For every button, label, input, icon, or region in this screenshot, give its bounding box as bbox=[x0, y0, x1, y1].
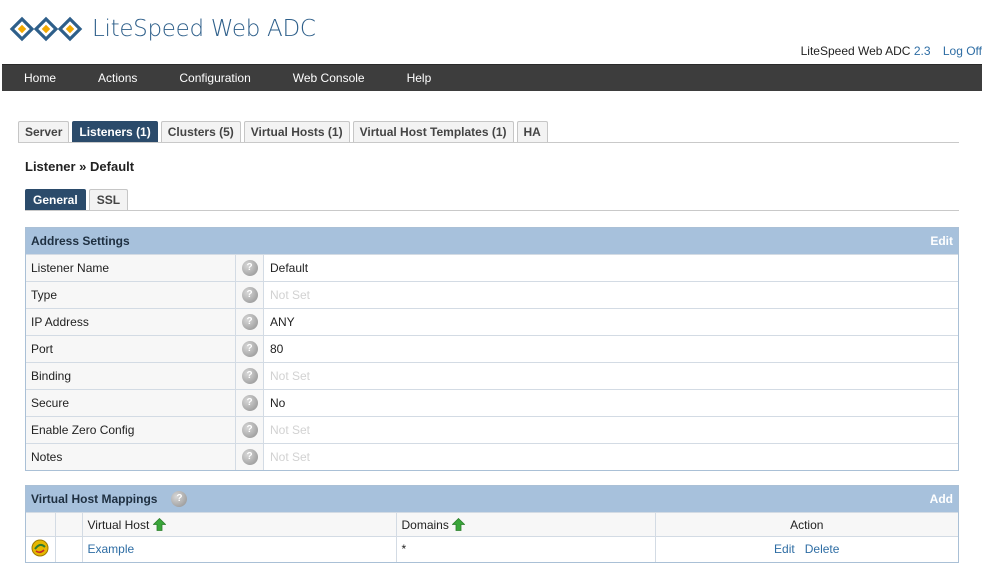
row-blank-cell bbox=[54, 536, 82, 562]
setting-row-binding: Binding ? Not Set bbox=[26, 362, 958, 389]
nav-help[interactable]: Help bbox=[386, 65, 453, 92]
top-right-info: LiteSpeed Web ADC 2.3 Log Off bbox=[801, 44, 982, 58]
subtab-ssl[interactable]: SSL bbox=[88, 189, 129, 211]
vh-mappings-panel: Virtual Host Mappings ? Add Virtual Host… bbox=[25, 485, 959, 563]
setting-value: Not Set bbox=[270, 423, 311, 437]
tab-virtual-host-templates[interactable]: Virtual Host Templates (1) bbox=[352, 121, 514, 143]
setting-value: Default bbox=[270, 261, 309, 275]
setting-label: Listener Name bbox=[26, 255, 236, 281]
virtual-host-cell: Example bbox=[81, 536, 396, 562]
setting-row-enable-zero-config: Enable Zero Config ? Not Set bbox=[26, 416, 958, 443]
help-cell: ? bbox=[236, 336, 264, 362]
setting-row-ip-address: IP Address ? ANY bbox=[26, 308, 958, 335]
header-blank-cell bbox=[54, 512, 82, 537]
sort-up-arrow-icon[interactable] bbox=[451, 517, 466, 531]
help-icon[interactable]: ? bbox=[241, 341, 258, 357]
sort-up-arrow-icon[interactable] bbox=[152, 517, 167, 531]
help-icon[interactable]: ? bbox=[241, 422, 258, 438]
setting-label: IP Address bbox=[26, 309, 236, 335]
vh-mappings-title: Virtual Host Mappings bbox=[31, 492, 158, 506]
virtual-host-header-label: Virtual Host bbox=[87, 517, 150, 532]
breadcrumb: Listener » Default bbox=[25, 159, 135, 174]
logoff-link[interactable]: Log Off bbox=[943, 44, 982, 58]
nav-web-console[interactable]: Web Console bbox=[272, 65, 386, 92]
action-cell: Edit Delete bbox=[654, 536, 958, 562]
address-settings-edit-button[interactable]: Edit bbox=[930, 234, 953, 248]
listener-subtabs: General SSL bbox=[25, 189, 129, 211]
column-header-action: Action bbox=[654, 512, 958, 537]
setting-value: 80 bbox=[270, 342, 284, 356]
vh-mappings-table: Virtual Host Domains Action Example * Ed… bbox=[26, 512, 958, 562]
product-label: LiteSpeed Web ADC bbox=[800, 44, 911, 58]
help-icon[interactable]: ? bbox=[241, 260, 258, 276]
virtual-host-link[interactable]: Example bbox=[88, 542, 135, 556]
help-cell: ? bbox=[236, 255, 264, 281]
setting-value: Not Set bbox=[270, 450, 311, 464]
tab-clusters[interactable]: Clusters (5) bbox=[160, 121, 241, 143]
tab-listeners[interactable]: Listeners (1) bbox=[72, 121, 158, 143]
table-row: Example * Edit Delete bbox=[26, 536, 958, 562]
version-label: 2.3 bbox=[913, 44, 931, 58]
litespeed-logo-icon bbox=[9, 16, 83, 42]
help-cell: ? bbox=[236, 309, 264, 335]
virtual-host-icon bbox=[31, 539, 49, 557]
help-icon[interactable]: ? bbox=[171, 491, 188, 507]
help-cell: ? bbox=[236, 282, 264, 308]
header-icon-cell bbox=[26, 512, 55, 537]
tab-ha[interactable]: HA bbox=[516, 121, 548, 143]
setting-label: Secure bbox=[26, 390, 236, 416]
tab-server[interactable]: Server bbox=[18, 121, 70, 143]
nav-actions[interactable]: Actions bbox=[77, 65, 158, 92]
config-tabs: Server Listeners (1) Clusters (5) Virtua… bbox=[18, 121, 548, 143]
setting-row-listener-name: Listener Name ? Default bbox=[26, 254, 958, 281]
main-nav-bar: Home Actions Configuration Web Console H… bbox=[2, 64, 982, 91]
setting-value: Not Set bbox=[270, 288, 311, 302]
setting-label: Enable Zero Config bbox=[26, 417, 236, 443]
help-icon[interactable]: ? bbox=[241, 287, 258, 303]
row-icon-cell bbox=[26, 536, 55, 562]
vh-mappings-add-button[interactable]: Add bbox=[930, 492, 953, 506]
setting-row-notes: Notes ? Not Set bbox=[26, 443, 958, 470]
help-cell: ? bbox=[236, 444, 264, 470]
address-settings-title: Address Settings bbox=[31, 234, 130, 248]
setting-value: No bbox=[270, 396, 286, 410]
domains-cell: * bbox=[395, 536, 655, 562]
help-icon[interactable]: ? bbox=[241, 449, 258, 465]
address-settings-header: Address Settings Edit bbox=[26, 228, 958, 254]
help-cell: ? bbox=[236, 417, 264, 443]
address-settings-panel: Address Settings Edit Listener Name ? De… bbox=[25, 227, 959, 471]
app-logo: LiteSpeed Web ADC bbox=[8, 14, 316, 44]
vh-mappings-title-wrap: Virtual Host Mappings ? bbox=[31, 491, 188, 507]
subtabs-divider bbox=[25, 210, 959, 211]
help-icon[interactable]: ? bbox=[241, 368, 258, 384]
setting-row-type: Type ? Not Set bbox=[26, 281, 958, 308]
delete-link[interactable]: Delete bbox=[805, 542, 840, 556]
help-cell: ? bbox=[236, 390, 264, 416]
setting-row-port: Port ? 80 bbox=[26, 335, 958, 362]
setting-value: Not Set bbox=[270, 369, 311, 383]
help-icon[interactable]: ? bbox=[241, 395, 258, 411]
setting-row-secure: Secure ? No bbox=[26, 389, 958, 416]
column-header-virtual-host[interactable]: Virtual Host bbox=[81, 512, 396, 537]
edit-link[interactable]: Edit bbox=[774, 542, 795, 556]
setting-label: Binding bbox=[26, 363, 236, 389]
app-title: LiteSpeed Web ADC bbox=[92, 16, 316, 42]
help-cell: ? bbox=[236, 363, 264, 389]
tab-virtual-hosts[interactable]: Virtual Hosts (1) bbox=[243, 121, 350, 143]
vh-mappings-header: Virtual Host Mappings ? Add bbox=[26, 486, 958, 512]
setting-label: Notes bbox=[26, 444, 236, 470]
tabs-divider bbox=[18, 142, 959, 143]
help-icon[interactable]: ? bbox=[241, 314, 258, 330]
subtab-general[interactable]: General bbox=[25, 189, 86, 211]
domains-header-label: Domains bbox=[401, 517, 449, 532]
nav-home[interactable]: Home bbox=[2, 65, 77, 92]
setting-label: Port bbox=[26, 336, 236, 362]
nav-configuration[interactable]: Configuration bbox=[158, 65, 271, 92]
table-header-row: Virtual Host Domains Action bbox=[26, 512, 958, 537]
setting-label: Type bbox=[26, 282, 236, 308]
setting-value: ANY bbox=[270, 315, 295, 329]
column-header-domains[interactable]: Domains bbox=[395, 512, 655, 537]
